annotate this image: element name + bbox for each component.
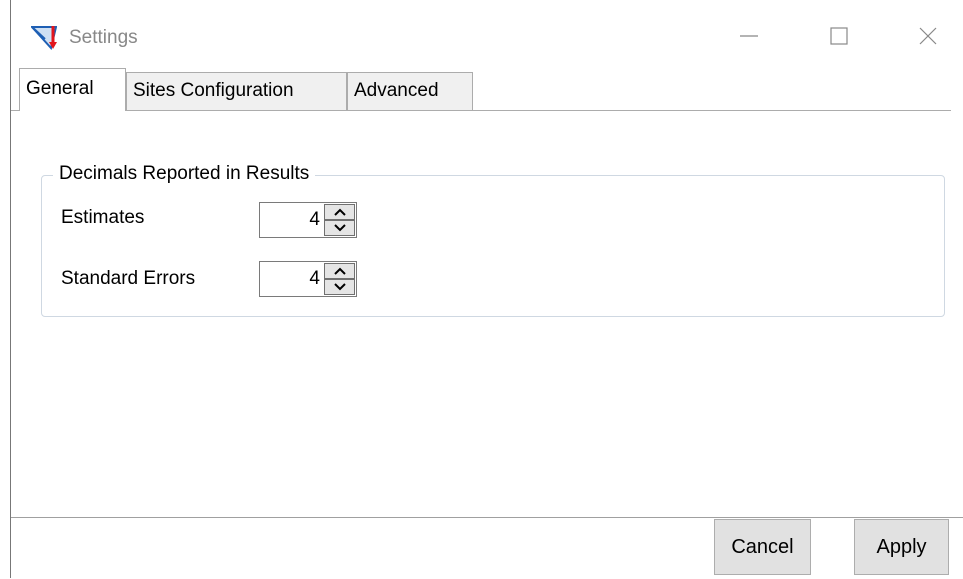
close-icon [919, 27, 937, 45]
window-title: Settings [69, 27, 138, 48]
cancel-button[interactable]: Cancel [714, 519, 811, 575]
minimize-button[interactable] [729, 16, 769, 56]
settings-window: Settings General Sites Configuration Adv… [10, 0, 963, 578]
chevron-up-icon [333, 267, 346, 275]
footer-divider [11, 517, 963, 518]
estimates-stepper[interactable]: 4 [259, 202, 357, 238]
groupbox-legend: Decimals Reported in Results [53, 163, 316, 185]
standard-errors-stepper-buttons [324, 263, 355, 295]
estimates-value[interactable]: 4 [270, 203, 320, 237]
close-button[interactable] [908, 16, 948, 56]
standard-errors-label: Standard Errors [61, 268, 196, 289]
tab-advanced[interactable]: Advanced [347, 72, 473, 110]
estimates-stepper-buttons [324, 204, 355, 236]
standard-errors-stepper[interactable]: 4 [259, 261, 357, 297]
title-bar[interactable]: Settings [11, 0, 963, 66]
estimates-increment-button[interactable] [324, 204, 355, 220]
chevron-up-icon [333, 208, 346, 216]
apply-button[interactable]: Apply [854, 519, 949, 575]
tab-general[interactable]: General [19, 68, 126, 111]
standard-errors-decrement-button[interactable] [324, 279, 355, 295]
chevron-down-icon [333, 283, 346, 291]
maximize-button[interactable] [819, 16, 859, 56]
maximize-icon [830, 27, 848, 45]
estimates-decrement-button[interactable] [324, 220, 355, 236]
tab-strip-border [11, 110, 951, 111]
app-icon [31, 26, 57, 50]
minimize-icon [740, 35, 758, 37]
estimates-label: Estimates [61, 207, 145, 228]
standard-errors-value[interactable]: 4 [270, 262, 320, 296]
standard-errors-increment-button[interactable] [324, 263, 355, 279]
chevron-down-icon [333, 224, 346, 232]
decimals-groupbox [41, 175, 945, 317]
tab-sites-configuration[interactable]: Sites Configuration [126, 72, 347, 110]
